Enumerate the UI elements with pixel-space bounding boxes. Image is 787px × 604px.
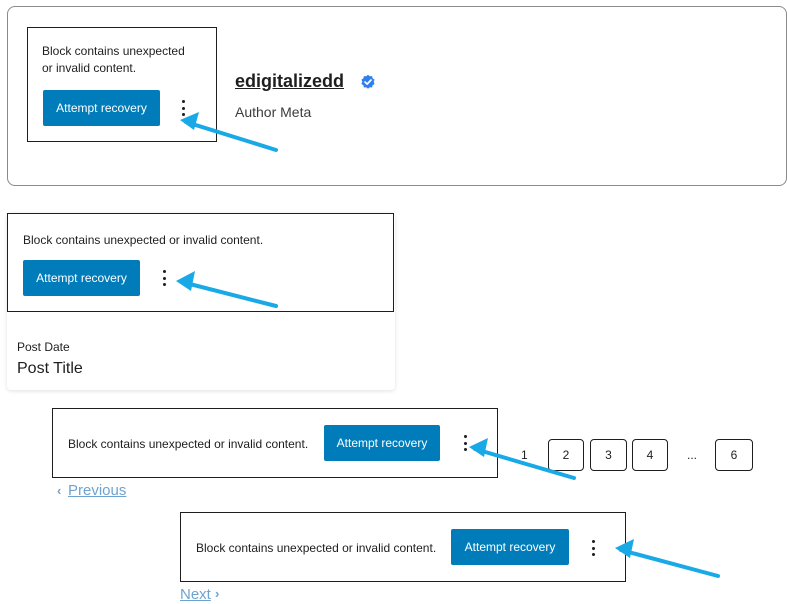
arrowhead-icon (615, 539, 634, 558)
arrow-icon (184, 120, 278, 152)
arrowhead-icon (469, 438, 488, 457)
arrowhead-icon (180, 112, 199, 130)
annotation-arrows (176, 112, 720, 578)
arrowhead-icon (176, 271, 195, 291)
arrow-icon (619, 548, 720, 578)
arrow-icon (473, 447, 576, 480)
arrow-icon (180, 280, 278, 308)
